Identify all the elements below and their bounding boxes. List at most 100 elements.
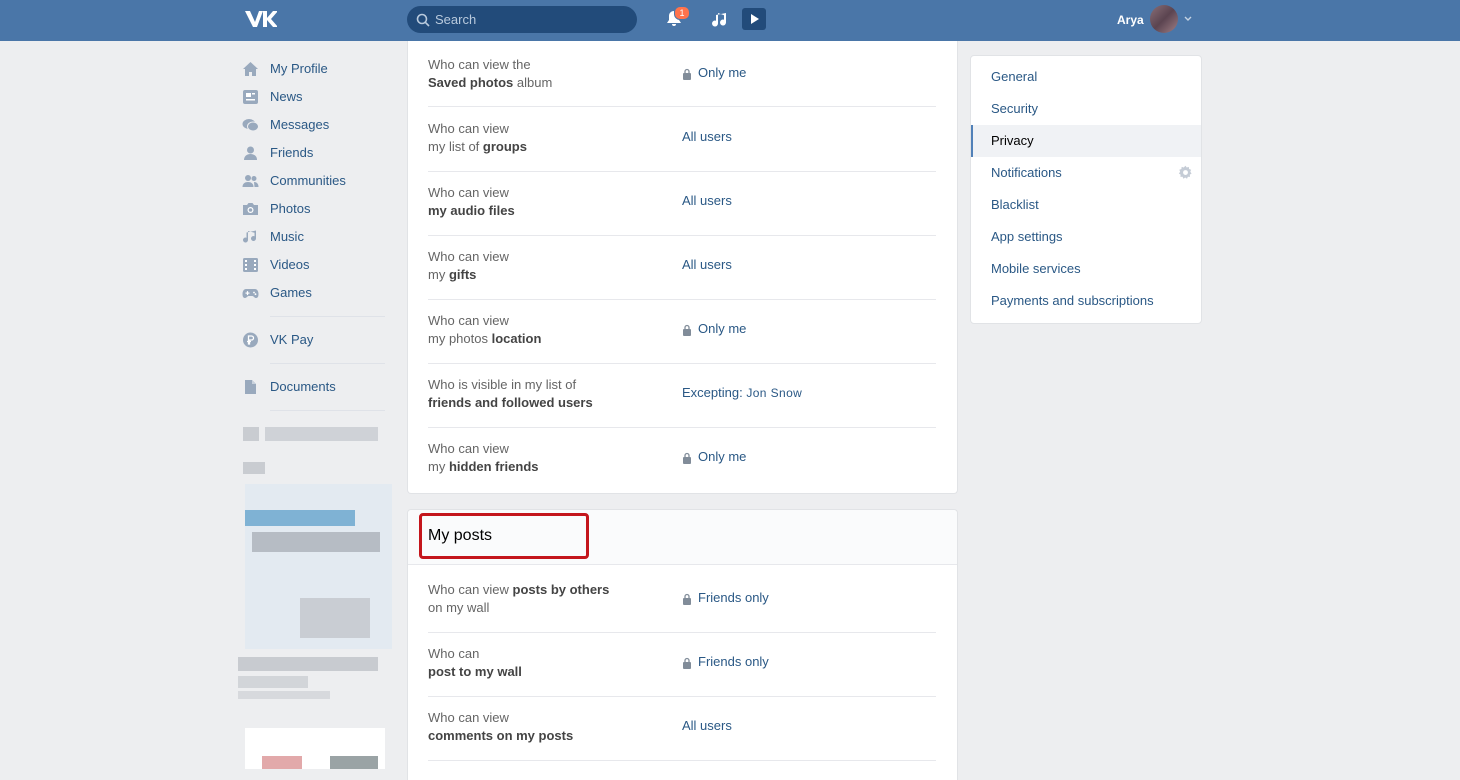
sidebar-item-messages[interactable]: Messages: [240, 111, 390, 139]
sidebar-item-label: Photos: [270, 201, 311, 216]
chevron-down-icon[interactable]: [1183, 14, 1193, 24]
sidebar-item-label: VK Pay: [270, 332, 314, 347]
settings-item-notifications[interactable]: Notifications: [971, 157, 1201, 189]
vk-logo-icon[interactable]: [243, 9, 277, 29]
sidebar-item-friends[interactable]: Friends: [240, 139, 390, 167]
setting-question: Who can view my hidden friends: [428, 441, 539, 474]
privacy-row-groups[interactable]: Who can view my list of groups All users: [428, 107, 936, 172]
vkpay-icon: [243, 332, 258, 348]
excepted-user[interactable]: Jon Snow: [746, 386, 802, 400]
player-play-button[interactable]: [742, 8, 766, 30]
music-note-icon: [243, 230, 256, 243]
search-icon: [416, 13, 430, 27]
play-icon: [751, 14, 759, 24]
search-placeholder: Search: [435, 12, 477, 27]
news-icon: [243, 90, 258, 104]
friend-icon: [244, 146, 257, 160]
avatar[interactable]: [1150, 5, 1178, 33]
gear-icon[interactable]: [1178, 165, 1193, 180]
settings-menu: General Security Privacy Notifications B…: [970, 55, 1202, 324]
active-indicator: [971, 125, 973, 157]
sidebar-divider: [270, 410, 385, 411]
sidebar-item-label: Games: [270, 285, 312, 300]
sidebar-divider: [270, 363, 385, 364]
privacy-row-saved-photos[interactable]: Who can view the Saved photos album Only …: [428, 43, 936, 107]
posts-row-view-comments[interactable]: Who can view comments on my posts All use…: [428, 696, 936, 761]
settings-item-label: Mobile services: [991, 261, 1081, 276]
privacy-row-friends-visibility[interactable]: Who is visible in my list of friends and …: [428, 363, 936, 428]
lock-icon: [683, 657, 691, 669]
user-name[interactable]: Arya: [1117, 13, 1144, 27]
setting-question: Who can view my gifts: [428, 249, 509, 282]
film-icon: [243, 258, 258, 272]
my-posts-panel: My posts Who can view posts by others on …: [407, 509, 958, 780]
settings-item-label: Privacy: [991, 133, 1034, 148]
sidebar-item-label: News: [270, 89, 303, 104]
settings-item-payments[interactable]: Payments and subscriptions: [971, 285, 1201, 317]
privacy-value-link[interactable]: All users: [682, 129, 732, 144]
settings-item-general[interactable]: General: [971, 61, 1201, 93]
privacy-value-link[interactable]: Friends only: [698, 654, 769, 669]
sidebar-item-vk-pay[interactable]: VK Pay: [240, 326, 390, 354]
settings-item-label: Security: [991, 101, 1038, 116]
lock-icon: [683, 324, 691, 336]
settings-item-blacklist[interactable]: Blacklist: [971, 189, 1201, 221]
privacy-value-link[interactable]: All users: [682, 257, 732, 272]
setting-question: Who can view the Saved photos album: [428, 57, 553, 90]
sidebar-item-games[interactable]: Games: [240, 279, 390, 307]
privacy-value-link[interactable]: Only me: [698, 321, 746, 336]
communities-icon: [242, 175, 259, 187]
sidebar-item-videos[interactable]: Videos: [240, 251, 390, 279]
lock-icon: [683, 593, 691, 605]
sidebar-divider: [270, 316, 385, 317]
privacy-row-hidden-friends[interactable]: Who can view my hidden friends Only me: [428, 427, 936, 491]
sidebar-item-label: Videos: [270, 257, 310, 272]
posts-row-view-others[interactable]: Who can view posts by others on my wall F…: [428, 568, 936, 633]
search-input[interactable]: Search: [407, 6, 637, 33]
privacy-row-photo-location[interactable]: Who can view my photos location Only me: [428, 299, 936, 364]
privacy-value-link[interactable]: Only me: [698, 65, 746, 80]
posts-row-post-to-wall[interactable]: Who can post to my wall Friends only: [428, 632, 936, 697]
settings-item-label: Notifications: [991, 165, 1062, 180]
settings-item-label: App settings: [991, 229, 1063, 244]
sidebar-item-communities[interactable]: Communities: [240, 167, 390, 195]
privacy-panel: Who can view the Saved photos album Only …: [407, 41, 958, 494]
sidebar-item-label: My Profile: [270, 61, 328, 76]
sidebar-item-news[interactable]: News: [240, 83, 390, 111]
section-header: My posts: [408, 510, 957, 565]
lock-icon: [683, 452, 691, 464]
sidebar-item-my-profile[interactable]: My Profile: [240, 55, 390, 83]
settings-item-app-settings[interactable]: App settings: [971, 221, 1201, 253]
privacy-row-gifts[interactable]: Who can view my gifts All users: [428, 235, 936, 300]
setting-question: Who can view my list of groups: [428, 121, 527, 154]
settings-item-mobile-services[interactable]: Mobile services: [971, 253, 1201, 285]
privacy-value-link[interactable]: Only me: [698, 449, 746, 464]
messages-icon: [242, 119, 259, 132]
gamepad-icon: [242, 289, 259, 298]
privacy-value-link[interactable]: All users: [682, 718, 732, 733]
privacy-row-audio[interactable]: Who can view my audio files All users: [428, 171, 936, 236]
settings-item-label: Payments and subscriptions: [991, 293, 1154, 308]
settings-item-label: Blacklist: [991, 197, 1039, 212]
sidebar-item-music[interactable]: Music: [240, 223, 390, 251]
settings-item-label: General: [991, 69, 1038, 84]
lock-icon: [683, 68, 691, 80]
settings-item-privacy[interactable]: Privacy: [971, 125, 1201, 157]
excepting-label: Excepting:: [682, 385, 747, 400]
sidebar-item-photos[interactable]: Photos: [240, 195, 390, 223]
sidebar-item-label: Friends: [270, 145, 314, 160]
sidebar-item-documents[interactable]: Documents: [240, 373, 390, 401]
home-icon: [243, 62, 258, 76]
settings-item-security[interactable]: Security: [971, 93, 1201, 125]
setting-question: Who is visible in my list of friends and …: [428, 377, 593, 410]
privacy-value-link[interactable]: Friends only: [698, 590, 769, 605]
setting-question: Who can view my audio files: [428, 185, 515, 218]
notification-badge: 1: [674, 6, 690, 20]
privacy-value-link[interactable]: All users: [682, 193, 732, 208]
music-note-icon[interactable]: [710, 10, 730, 30]
setting-question: Who can view posts by others on my wall: [428, 582, 610, 615]
setting-question: Who can view my photos location: [428, 313, 542, 346]
camera-icon: [243, 203, 258, 215]
privacy-value-link[interactable]: Excepting: Jon Snow: [682, 385, 802, 400]
sidebar-item-label: Documents: [270, 379, 336, 394]
